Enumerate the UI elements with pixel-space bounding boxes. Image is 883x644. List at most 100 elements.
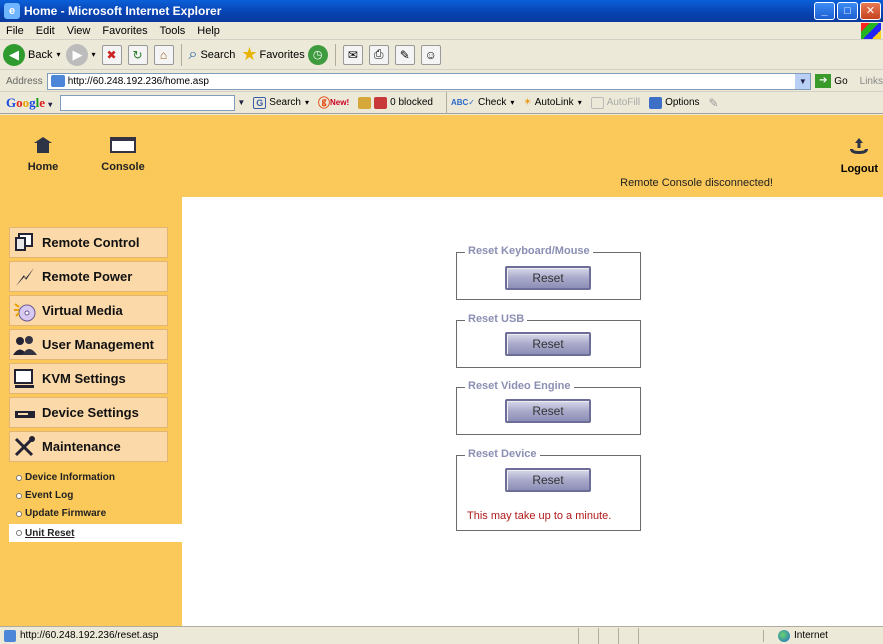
sidebar-item-label: Remote Power bbox=[42, 269, 133, 284]
windows-logo-icon bbox=[861, 22, 881, 39]
check-label: Check bbox=[478, 97, 507, 108]
chevron-down-icon[interactable]: ▾ bbox=[91, 50, 95, 59]
google-toolbar: Google ▾ ▼ G Search ▾ ⓖ New! 0 blocked A… bbox=[0, 91, 883, 114]
reset-device-button[interactable]: Reset bbox=[505, 468, 591, 492]
content-corner bbox=[182, 197, 226, 225]
separator bbox=[334, 43, 336, 66]
nav-console[interactable]: Console bbox=[88, 137, 158, 173]
pagerank-button[interactable]: ⓖ New! bbox=[318, 94, 349, 111]
monitor-icon bbox=[12, 367, 38, 391]
spellcheck-button[interactable]: ABC✓ Check ▾ bbox=[451, 97, 514, 108]
group-legend: Reset Video Engine bbox=[465, 380, 574, 392]
stop-icon[interactable]: ✖ bbox=[101, 44, 122, 65]
home-icon bbox=[36, 137, 50, 153]
subitem-label: Event Log bbox=[25, 490, 74, 501]
address-label: Address bbox=[6, 75, 43, 87]
console-label: Console bbox=[101, 161, 145, 173]
search-icon: ⌕ bbox=[188, 45, 198, 63]
menu-edit[interactable]: Edit bbox=[30, 25, 61, 37]
sidebar-item-remote-control[interactable]: Remote Control bbox=[9, 227, 168, 258]
google-search-button[interactable]: G Search ▾ bbox=[253, 96, 309, 109]
go-button[interactable]: ➔ Go bbox=[815, 74, 848, 88]
google-search-input[interactable] bbox=[60, 94, 236, 111]
close-button[interactable]: ✕ bbox=[860, 2, 881, 20]
group-legend: Reset Keyboard/Mouse bbox=[465, 245, 593, 257]
chevron-down-icon[interactable]: ▼ bbox=[795, 73, 811, 89]
ie-icon: e bbox=[4, 3, 20, 19]
sidebar-item-remote-power[interactable]: Remote Power bbox=[9, 261, 168, 292]
forward-button[interactable]: ▶ ▾ bbox=[66, 43, 96, 66]
address-input[interactable]: http://60.248.192.236/home.asp ▼ bbox=[46, 72, 812, 90]
autofill-button[interactable]: AutoFill bbox=[590, 96, 640, 109]
subitem-update-firmware[interactable]: Update Firmware bbox=[16, 508, 106, 519]
news-icon[interactable] bbox=[358, 96, 372, 109]
users-icon bbox=[12, 333, 38, 357]
status-cell bbox=[638, 627, 658, 644]
favorites-label: Favorites bbox=[259, 48, 305, 61]
sidebar-item-virtual-media[interactable]: Virtual Media bbox=[9, 295, 168, 326]
reset-keyboard-mouse-group: Reset Keyboard/Mouse Reset bbox=[456, 245, 641, 300]
reset-device-note: This may take up to a minute. bbox=[467, 510, 612, 522]
popup-blocker-button[interactable]: 0 blocked bbox=[374, 96, 433, 109]
status-cell bbox=[618, 627, 638, 644]
tools-icon bbox=[12, 435, 38, 459]
bullet-icon bbox=[16, 492, 22, 499]
home-icon[interactable]: ⌂ bbox=[153, 44, 174, 65]
sidebar-item-user-management[interactable]: User Management bbox=[9, 329, 168, 360]
menu-help[interactable]: Help bbox=[191, 25, 226, 37]
history-icon[interactable]: ◷ bbox=[307, 44, 328, 65]
subitem-unit-reset[interactable]: Unit Reset bbox=[9, 524, 182, 542]
chevron-down-icon[interactable]: ▼ bbox=[235, 96, 247, 110]
address-url: http://60.248.192.236/home.asp bbox=[67, 75, 209, 87]
nav-home[interactable]: Home bbox=[8, 137, 78, 173]
mail-icon[interactable]: ✉ bbox=[342, 44, 363, 65]
blocked-label: 0 blocked bbox=[390, 97, 433, 108]
back-label: Back bbox=[28, 48, 53, 61]
subitem-device-information[interactable]: Device Information bbox=[16, 472, 115, 483]
menu-tools[interactable]: Tools bbox=[154, 25, 192, 37]
back-arrow-icon: ◀ bbox=[3, 43, 25, 66]
reset-keyboard-mouse-button[interactable]: Reset bbox=[505, 266, 591, 290]
options-label: Options bbox=[665, 97, 700, 108]
sidebar-item-kvm-settings[interactable]: KVM Settings bbox=[9, 363, 168, 394]
messenger-icon[interactable]: ☺ bbox=[420, 44, 441, 65]
google-search-label: Search bbox=[269, 97, 301, 108]
globe-icon bbox=[778, 629, 790, 642]
search-button[interactable]: ⌕ Search bbox=[189, 46, 236, 64]
logout-icon bbox=[850, 138, 869, 154]
popup-blocked-icon bbox=[374, 96, 388, 109]
maximize-button[interactable]: □ bbox=[837, 2, 858, 20]
edit-icon[interactable]: ✎ bbox=[394, 44, 415, 65]
google-logo[interactable]: Google ▾ bbox=[6, 95, 52, 111]
autolink-label: AutoLink bbox=[534, 97, 574, 108]
menu-file[interactable]: File bbox=[0, 25, 30, 37]
forward-arrow-icon: ▶ bbox=[66, 43, 89, 66]
autolink-button[interactable]: ✶ AutoLink ▾ bbox=[523, 97, 581, 108]
menu-favorites[interactable]: Favorites bbox=[96, 25, 153, 37]
menu-view[interactable]: View bbox=[61, 25, 97, 37]
print-icon[interactable]: ⎙ bbox=[368, 44, 389, 65]
sidebar-item-label: Remote Control bbox=[42, 235, 140, 250]
reset-video-engine-button[interactable]: Reset bbox=[505, 399, 591, 423]
go-arrow-icon: ➔ bbox=[815, 74, 832, 88]
favorites-button[interactable]: ★ Favorites bbox=[241, 44, 304, 65]
pencil-icon[interactable]: ✎ bbox=[709, 96, 719, 110]
reset-usb-button[interactable]: Reset bbox=[505, 332, 591, 356]
back-button[interactable]: ◀ Back ▾ bbox=[3, 43, 60, 66]
sidebar-item-maintenance[interactable]: Maintenance bbox=[9, 431, 168, 462]
spellcheck-icon: ABC✓ bbox=[450, 98, 475, 107]
reset-device-group: Reset Device Reset This may take up to a… bbox=[456, 448, 641, 531]
sidebar-item-device-settings[interactable]: Device Settings bbox=[9, 397, 168, 428]
subitem-event-log[interactable]: Event Log bbox=[16, 490, 73, 501]
options-button[interactable]: Options bbox=[649, 96, 700, 109]
go-label: Go bbox=[834, 75, 848, 87]
minimize-button[interactable]: _ bbox=[814, 2, 835, 20]
menu-bar: File Edit View Favorites Tools Help bbox=[0, 22, 883, 40]
bullet-icon bbox=[16, 510, 22, 517]
group-legend: Reset Device bbox=[465, 448, 540, 460]
status-bar: http://60.248.192.236/reset.asp Internet bbox=[0, 626, 883, 644]
links-button[interactable]: Links bbox=[860, 76, 883, 87]
refresh-icon[interactable]: ↻ bbox=[127, 44, 148, 65]
logout-button[interactable]: Logout bbox=[841, 137, 878, 175]
chevron-down-icon[interactable]: ▾ bbox=[56, 50, 60, 59]
